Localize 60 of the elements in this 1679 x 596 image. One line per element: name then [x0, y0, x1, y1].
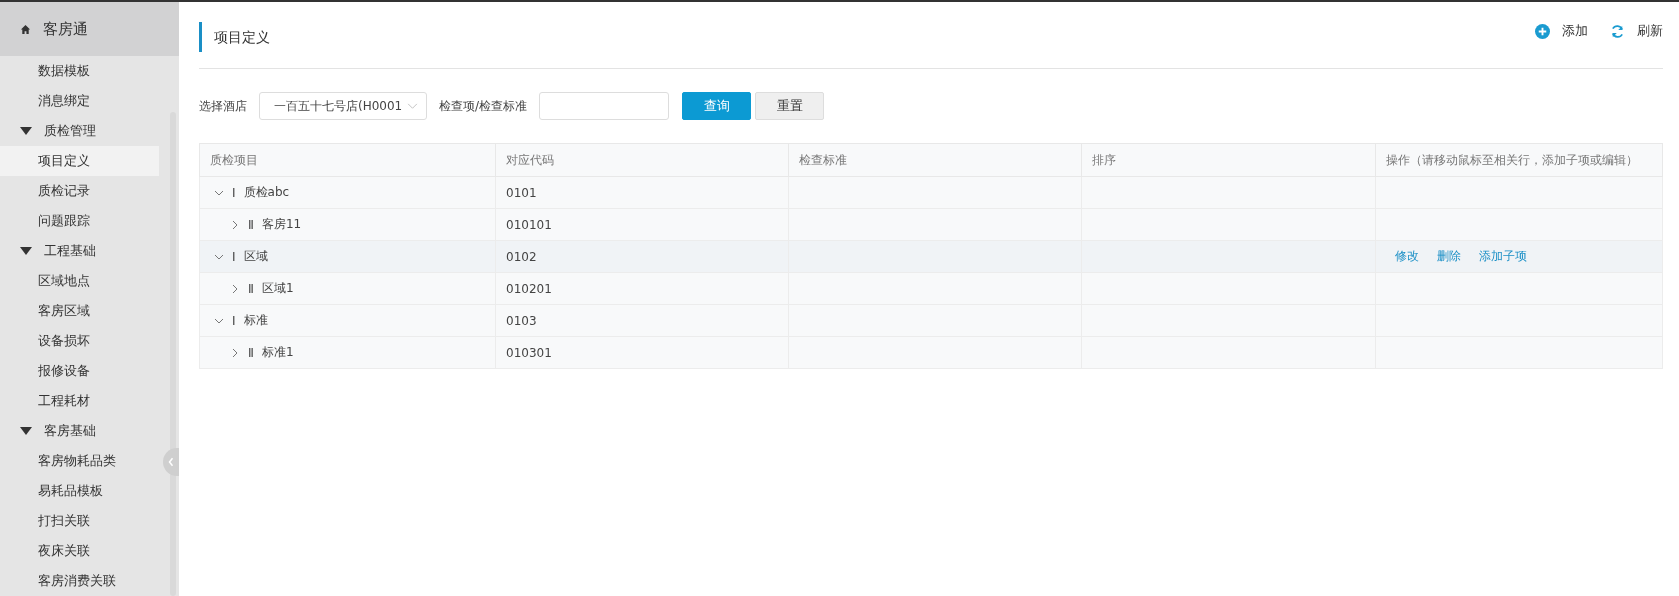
column-header: 排序: [1081, 143, 1376, 177]
sidebar-group[interactable]: 质检管理: [0, 116, 179, 146]
item-name: 质检abc: [243, 184, 290, 201]
item-name: 区域: [243, 248, 268, 265]
sidebar-item[interactable]: 夜床关联: [0, 536, 159, 566]
code-cell: 010201: [506, 281, 552, 296]
sidebar-group[interactable]: 工程基础: [0, 236, 179, 266]
level-numeral: Ⅰ: [232, 313, 236, 328]
column-header: 质检项目: [199, 143, 496, 177]
sidebar-item[interactable]: 打扫关联: [0, 506, 159, 536]
sidebar-item[interactable]: 客房物耗品类: [0, 446, 159, 476]
sidebar-header[interactable]: 客房通: [0, 2, 179, 56]
sidebar-item[interactable]: 工程耗材: [0, 386, 159, 416]
code-cell: 0103: [506, 313, 537, 328]
refresh-button[interactable]: 刷新: [1610, 22, 1663, 40]
app-title: 客房通: [43, 19, 88, 39]
sidebar-group[interactable]: 客房基础: [0, 416, 179, 446]
sidebar-item[interactable]: 区域地点: [0, 266, 159, 296]
plus-icon: [1535, 23, 1550, 39]
refresh-icon: [1610, 23, 1625, 39]
item-name: 客房11: [261, 216, 302, 233]
hotel-select[interactable]: 一百五十七号店(H0001: [259, 92, 427, 120]
reset-button[interactable]: 重置: [755, 92, 825, 120]
level-numeral: Ⅰ: [232, 185, 236, 200]
sidebar-item[interactable]: 易耗品模板: [0, 476, 159, 506]
sidebar-item[interactable]: 项目定义: [0, 146, 159, 176]
page-title: 项目定义: [199, 22, 270, 52]
code-cell: 010301: [506, 345, 552, 360]
input-field[interactable]: [539, 92, 670, 120]
sidebar-item[interactable]: 数据模板: [0, 56, 159, 86]
chevron-icon[interactable]: [230, 347, 240, 358]
home-icon: [20, 23, 31, 35]
level-numeral: Ⅰ: [232, 249, 236, 264]
column-header: 操作（请移动鼠标至相关行，添加子项或编辑）: [1375, 143, 1663, 177]
check-label: 检查项/检查标准: [439, 97, 528, 115]
item-name: 标准: [243, 312, 268, 329]
add-button[interactable]: 添加: [1535, 22, 1588, 40]
sidebar-item[interactable]: 问题跟踪: [0, 206, 159, 236]
level-numeral: Ⅱ: [248, 217, 254, 232]
code-cell: 0101: [506, 185, 537, 200]
chevron-icon[interactable]: [230, 219, 240, 230]
code-cell: 010101: [506, 217, 552, 232]
sidebar-item[interactable]: 客房区域: [0, 296, 159, 326]
sidebar-item[interactable]: 报修设备: [0, 356, 159, 386]
sidebar-item[interactable]: 设备损坏: [0, 326, 159, 356]
item-name: 标准1: [261, 344, 294, 361]
hotel-label: 选择酒店: [199, 97, 247, 115]
level-numeral: Ⅱ: [248, 345, 254, 360]
dropdown-caret-icon: [407, 102, 418, 110]
sidebar-item[interactable]: 消息绑定: [0, 86, 159, 116]
column-header: 对应代码: [495, 143, 789, 177]
sidebar-item[interactable]: 质检记录: [0, 176, 159, 206]
chevron-icon[interactable]: [230, 283, 240, 294]
chevron-left-icon: [168, 457, 174, 467]
scrollbar[interactable]: [170, 112, 176, 596]
code-cell: 0102: [506, 249, 537, 264]
level-numeral: Ⅱ: [248, 281, 254, 296]
item-name: 区域1: [261, 280, 294, 297]
column-header: 检查标准: [788, 143, 1082, 177]
sidebar-item[interactable]: 客房消费关联: [0, 566, 159, 596]
